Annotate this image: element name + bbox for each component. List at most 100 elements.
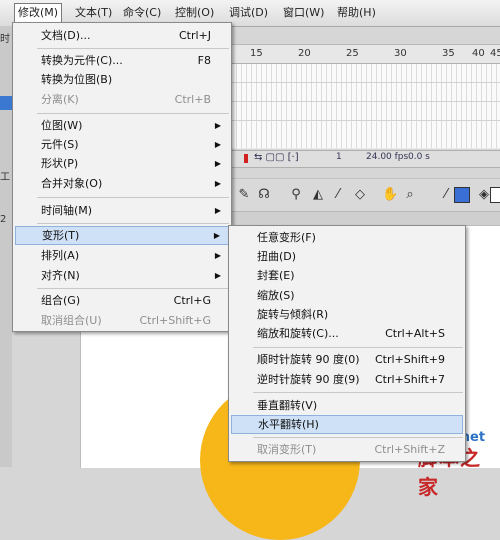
menu-text[interactable]: 文本(T) — [72, 4, 115, 22]
menu-item-bitmap[interactable]: 位图(W) ▶ — [15, 116, 229, 135]
pen-icon[interactable]: ✎ — [236, 187, 252, 203]
menu-item-convert-to-bitmap[interactable]: 转换为位图(B) — [15, 70, 229, 89]
menu-separator — [37, 113, 229, 114]
menu-item-envelope[interactable]: 封套(E) — [231, 266, 463, 285]
menu-item-label: 元件(S) — [41, 138, 79, 151]
left-number-fragment: 2 — [0, 214, 7, 225]
paint-bucket-icon[interactable]: ◭ — [310, 187, 326, 203]
menu-separator — [37, 288, 229, 289]
transform-submenu: 任意变形(F) 扭曲(D) 封套(E) 缩放(S) 旋转与倾斜(R) 缩放和旋转… — [228, 225, 466, 462]
eyedropper-icon[interactable]: ⁄ — [330, 187, 346, 203]
menu-item-label: 扭曲(D) — [257, 250, 297, 263]
menu-item-rotate-cw-90[interactable]: 顺时针旋转 90 度(0) Ctrl+Shift+9 — [231, 350, 463, 369]
menu-item-shape[interactable]: 形状(P) ▶ — [15, 154, 229, 173]
menu-item-document[interactable]: 文档(D)... Ctrl+J — [15, 26, 229, 45]
menu-item-label: 缩放和旋转(C)... — [257, 327, 339, 340]
lasso-icon[interactable]: ☊ — [256, 187, 272, 203]
menu-item-label: 形状(P) — [41, 157, 79, 170]
menu-modify[interactable]: 修改(M) — [14, 3, 63, 22]
menu-item-free-transform[interactable]: 任意变形(F) — [231, 228, 463, 247]
shortcut-label: Ctrl+Alt+S — [385, 327, 445, 340]
bone-icon[interactable]: ⚲ — [288, 187, 304, 203]
menu-separator — [37, 223, 229, 224]
menu-item-ungroup: 取消组合(U) Ctrl+Shift+G — [15, 311, 229, 330]
menu-debug[interactable]: 调试(D) — [226, 4, 271, 22]
ruler-tick: 45 — [490, 48, 500, 59]
timeline-status-bar: ⇆ ▢▢ [·] 1 24.00 fps 0.0 s — [232, 150, 500, 168]
zoom-icon[interactable]: ⌕ — [402, 187, 418, 203]
onion-skin-icon[interactable]: ⇆ ▢▢ [·] — [254, 152, 299, 163]
submenu-arrow-icon: ▶ — [214, 159, 221, 168]
shortcut-label: Ctrl+J — [178, 29, 211, 42]
modify-menu: 文档(D)... Ctrl+J 转换为元件(C)... F8 转换为位图(B) … — [12, 22, 232, 332]
fill-color-swatch[interactable] — [490, 187, 500, 203]
submenu-arrow-icon: ▶ — [214, 251, 221, 260]
menu-item-align[interactable]: 对齐(N) ▶ — [15, 266, 229, 285]
menu-item-scale[interactable]: 缩放(S) — [231, 286, 463, 305]
playhead-marker[interactable] — [244, 154, 248, 163]
elapsed-time: 0.0 s — [408, 152, 430, 162]
menu-separator — [253, 392, 463, 393]
shortcut-label: Ctrl+Shift+G — [139, 314, 211, 327]
menu-help[interactable]: 帮助(H) — [334, 4, 379, 22]
tools-label-fragment: 工 — [0, 172, 10, 183]
menu-item-label: 转换为位图(B) — [41, 73, 113, 86]
tools-bar: ✎ ☊ ⚲ ◭ ⁄ ◇ ✋ ⌕ ⁄ ◈ — [232, 178, 500, 212]
menu-item-label: 变形(T) — [42, 229, 80, 242]
submenu-arrow-icon: ▶ — [214, 140, 221, 149]
stroke-color-swatch[interactable] — [454, 187, 470, 203]
menu-item-break-apart: 分离(K) Ctrl+B — [15, 90, 229, 109]
menu-item-rotate-ccw-90[interactable]: 逆时针旋转 90 度(9) Ctrl+Shift+7 — [231, 370, 463, 389]
menu-item-label: 对齐(N) — [41, 269, 80, 282]
menu-item-label: 任意变形(F) — [257, 231, 316, 244]
menu-item-label: 时间轴(M) — [41, 204, 93, 217]
menu-item-flip-horizontal[interactable]: 水平翻转(H) — [231, 415, 463, 434]
menu-item-group[interactable]: 组合(G) Ctrl+G — [15, 291, 229, 310]
menu-window[interactable]: 窗口(W) — [280, 4, 327, 22]
eraser-icon[interactable]: ◇ — [352, 187, 368, 203]
menu-separator — [37, 197, 229, 198]
menu-item-label: 组合(G) — [41, 294, 81, 307]
frame-rate: 24.00 fps — [366, 152, 409, 162]
menu-item-label: 文档(D)... — [41, 29, 91, 42]
menu-item-label: 封套(E) — [257, 269, 295, 282]
menu-item-scale-rotate[interactable]: 缩放和旋转(C)... Ctrl+Alt+S — [231, 324, 463, 343]
stroke-color-icon[interactable]: ⁄ — [438, 187, 454, 203]
menu-item-label: 取消变形(T) — [257, 443, 317, 456]
menu-item-timeline[interactable]: 时间轴(M) ▶ — [15, 201, 229, 220]
hand-icon[interactable]: ✋ — [382, 187, 398, 203]
menu-item-transform[interactable]: 变形(T) ▶ — [15, 226, 229, 245]
menu-item-rotate-skew[interactable]: 旋转与倾斜(R) — [231, 305, 463, 324]
menu-control[interactable]: 控制(O) — [172, 4, 217, 22]
current-frame: 1 — [336, 152, 342, 162]
menu-item-flip-vertical[interactable]: 垂直翻转(V) — [231, 396, 463, 415]
shortcut-label: Ctrl+B — [174, 93, 211, 106]
timeline-frames[interactable] — [232, 64, 500, 148]
ruler-tick: 40 — [472, 48, 485, 59]
menu-item-label: 位图(W) — [41, 119, 83, 132]
menu-item-label: 取消组合(U) — [41, 314, 102, 327]
menu-item-arrange[interactable]: 排列(A) ▶ — [15, 246, 229, 265]
menu-separator — [253, 437, 463, 438]
menu-item-label: 水平翻转(H) — [258, 418, 319, 431]
frame-row[interactable] — [232, 102, 500, 121]
menu-item-distort[interactable]: 扭曲(D) — [231, 247, 463, 266]
frame-row[interactable] — [232, 64, 500, 83]
menu-item-combine-objects[interactable]: 合并对象(O) ▶ — [15, 174, 229, 193]
menu-item-symbol[interactable]: 元件(S) ▶ — [15, 135, 229, 154]
left-panel-strip: 时 工 2 — [0, 26, 12, 467]
selected-layer-marker[interactable] — [0, 96, 12, 110]
frame-row[interactable] — [232, 83, 500, 102]
ruler-tick: 20 — [298, 48, 311, 59]
submenu-arrow-icon: ▶ — [214, 206, 221, 215]
submenu-arrow-icon: ▶ — [214, 121, 221, 130]
shortcut-label: Ctrl+Shift+Z — [374, 443, 445, 456]
menu-separator — [253, 347, 463, 348]
menu-item-convert-to-symbol[interactable]: 转换为元件(C)... F8 — [15, 51, 229, 70]
menu-commands[interactable]: 命令(C) — [120, 4, 164, 22]
ruler-tick: 35 — [442, 48, 455, 59]
ruler-tick: 30 — [394, 48, 407, 59]
shortcut-label: Ctrl+Shift+7 — [374, 373, 445, 386]
timeline-ruler: 15 20 25 30 35 40 45 — [232, 45, 500, 64]
menu-item-label: 旋转与倾斜(R) — [257, 308, 329, 321]
